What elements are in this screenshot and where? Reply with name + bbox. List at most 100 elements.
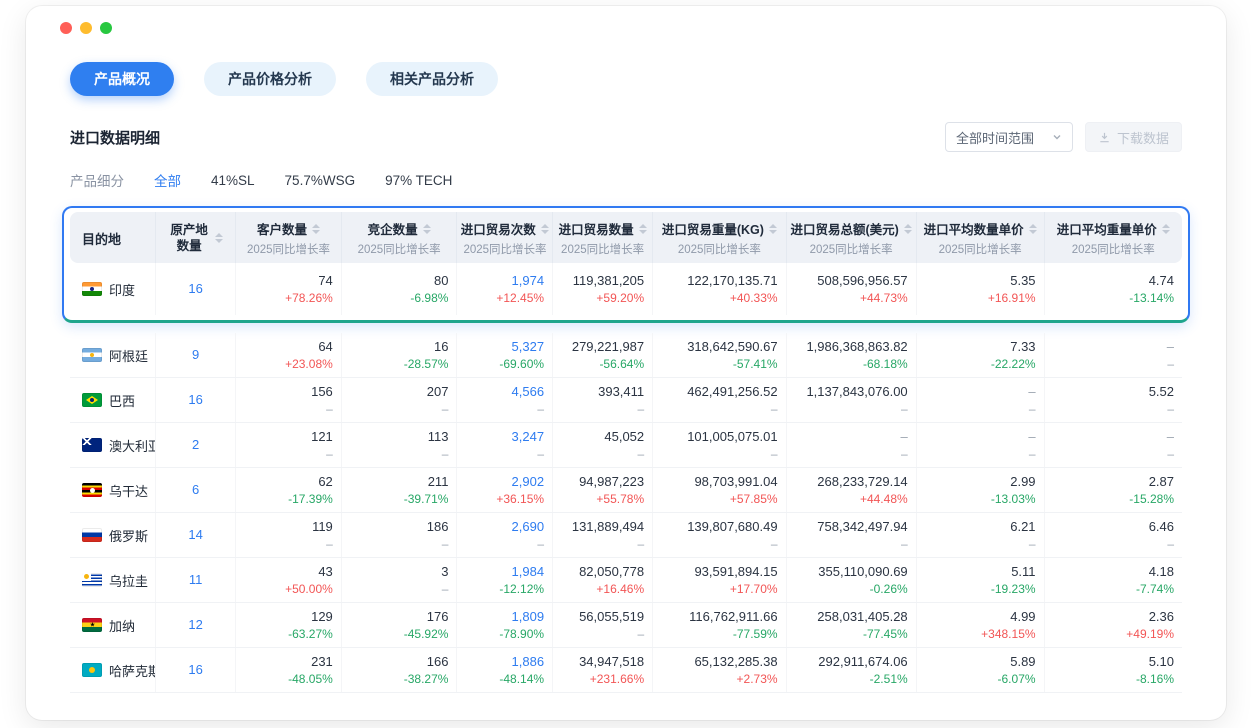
download-icon [1098, 131, 1111, 144]
column-sub-label: 2025同比增长率 [348, 241, 451, 257]
destination-cell: 加纳 [70, 603, 156, 648]
sort-icon[interactable] [904, 224, 912, 234]
sort-icon[interactable] [1162, 224, 1170, 234]
flag-brazil-icon [82, 393, 102, 407]
column-label: 进口贸易次数 [461, 219, 536, 238]
growth-value: – [1053, 402, 1174, 416]
filter-option-757wsg[interactable]: 75.7%WSG [285, 173, 356, 188]
column-header[interactable]: 竞企数量2025同比增长率 [341, 212, 457, 263]
growth-value: – [465, 447, 544, 461]
origin-count-link[interactable]: 14 [188, 527, 202, 542]
origin-count-link[interactable]: 16 [188, 662, 202, 677]
metric-cell: 5.35+16.91% [916, 263, 1044, 315]
growth-value: – [465, 402, 544, 416]
growth-value: – [795, 402, 908, 416]
column-header[interactable]: 进口贸易总额(美元)2025同比增长率 [786, 212, 916, 263]
metric-cell: 258,031,405.28-77.45% [786, 603, 916, 648]
sort-icon[interactable] [423, 224, 431, 234]
column-header[interactable]: 进口贸易次数2025同比增长率 [457, 212, 553, 263]
growth-value: – [561, 627, 644, 641]
column-header[interactable]: 原产地数量 [156, 212, 236, 263]
sort-up-icon [541, 224, 549, 228]
origin-count-link[interactable]: 6 [192, 482, 199, 497]
origin-count-link[interactable]: 11 [189, 572, 203, 587]
growth-value: – [561, 402, 644, 416]
metric-value: 186 [350, 519, 449, 534]
metric-cell: 2.36+49.19% [1044, 603, 1182, 648]
column-header[interactable]: 进口贸易重量(KG)2025同比增长率 [653, 212, 786, 263]
filter-option-all[interactable]: 全部 [154, 170, 181, 190]
metric-value: 4.18 [1053, 564, 1174, 579]
trade-count-link[interactable]: 1,886 [465, 654, 544, 669]
download-data-button[interactable]: 下载数据 [1085, 122, 1182, 152]
metric-value: 82,050,778 [561, 564, 644, 579]
column-header[interactable]: 客户数量2025同比增长率 [236, 212, 342, 263]
filter-option-41sl[interactable]: 41%SL [211, 173, 255, 188]
trade-count-link[interactable]: 2,902 [465, 474, 544, 489]
minimize-window-button[interactable] [80, 22, 92, 34]
origin-count-link[interactable]: 16 [188, 281, 202, 296]
metric-value: 62 [244, 474, 333, 489]
growth-value: +16.46% [561, 582, 644, 596]
metric-cell: 231-48.05% [236, 648, 342, 693]
app-window: 产品概况 产品价格分析 相关产品分析 进口数据明细 全部时间范围 下载数据 产品… [26, 6, 1226, 720]
metric-cell: 2.87-15.28% [1044, 468, 1182, 513]
tab-related-product-analysis[interactable]: 相关产品分析 [366, 62, 498, 96]
chevron-down-icon [1052, 132, 1062, 142]
tab-product-price-analysis[interactable]: 产品价格分析 [204, 62, 336, 96]
metric-value: 122,170,135.71 [661, 273, 777, 288]
metric-value: 131,889,494 [561, 519, 644, 534]
sort-icon[interactable] [312, 224, 320, 234]
growth-value: -6.07% [925, 672, 1036, 686]
trade-count-link[interactable]: 5,327 [465, 339, 544, 354]
metric-cell: 4.99+348.15% [916, 603, 1044, 648]
sort-icon[interactable] [639, 224, 647, 234]
growth-value: -78.90% [465, 627, 544, 641]
time-range-select[interactable]: 全部时间范围 [945, 122, 1073, 152]
growth-value: +57.85% [661, 492, 777, 506]
trade-count-link[interactable]: 1,809 [465, 609, 544, 624]
sort-icon[interactable] [769, 224, 777, 234]
trade-count-link[interactable]: 1,984 [465, 564, 544, 579]
trade-count-link[interactable]: 4,566 [465, 384, 544, 399]
metric-cell: 6.46– [1044, 513, 1182, 558]
column-header[interactable]: 进口平均重量单价2025同比增长率 [1044, 212, 1182, 263]
origin-count-cell: 14 [156, 513, 236, 558]
metric-cell: 121– [236, 423, 342, 468]
sort-icon[interactable] [1029, 224, 1037, 234]
metric-value: 279,221,987 [561, 339, 644, 354]
close-window-button[interactable] [60, 22, 72, 34]
metric-cell: 65,132,285.38+2.73% [653, 648, 786, 693]
trade-count-link[interactable]: 3,247 [465, 429, 544, 444]
column-label: 目的地 [82, 229, 121, 248]
metric-value: 98,703,991.04 [661, 474, 777, 489]
growth-value: +231.66% [561, 672, 644, 686]
sort-down-icon [541, 230, 549, 234]
metric-cell: 176-45.92% [341, 603, 457, 648]
metric-value: 6.46 [1053, 519, 1174, 534]
flag-uruguay-icon [82, 573, 102, 587]
trade-count-link[interactable]: 1,974 [465, 273, 544, 288]
tab-product-overview[interactable]: 产品概况 [70, 62, 174, 96]
metric-cell: 5.10-8.16% [1044, 648, 1182, 693]
origin-count-link[interactable]: 16 [188, 392, 202, 407]
metric-cell: 82,050,778 +16.46% [553, 558, 653, 603]
metric-cell: 6.21– [916, 513, 1044, 558]
column-header[interactable]: 进口贸易数量2025同比增长率 [553, 212, 653, 263]
zoom-window-button[interactable] [100, 22, 112, 34]
trade-count-link[interactable]: 2,690 [465, 519, 544, 534]
origin-count-link[interactable]: 12 [188, 617, 202, 632]
metric-cell: 45,052– [553, 423, 653, 468]
sort-icon[interactable] [215, 233, 223, 243]
filter-option-97tech[interactable]: 97% TECH [385, 173, 452, 188]
origin-count-link[interactable]: 9 [192, 347, 199, 362]
metric-cell: 2.99-13.03% [916, 468, 1044, 513]
origin-count-link[interactable]: 2 [192, 437, 199, 452]
metric-value: 129 [244, 609, 333, 624]
growth-value: +23.08% [244, 357, 333, 371]
metric-cell: 1,984-12.12% [457, 558, 553, 603]
column-header[interactable]: 进口平均数量单价2025同比增长率 [916, 212, 1044, 263]
growth-value: -7.74% [1053, 582, 1174, 596]
growth-value: -38.27% [350, 672, 449, 686]
sort-icon[interactable] [541, 224, 549, 234]
